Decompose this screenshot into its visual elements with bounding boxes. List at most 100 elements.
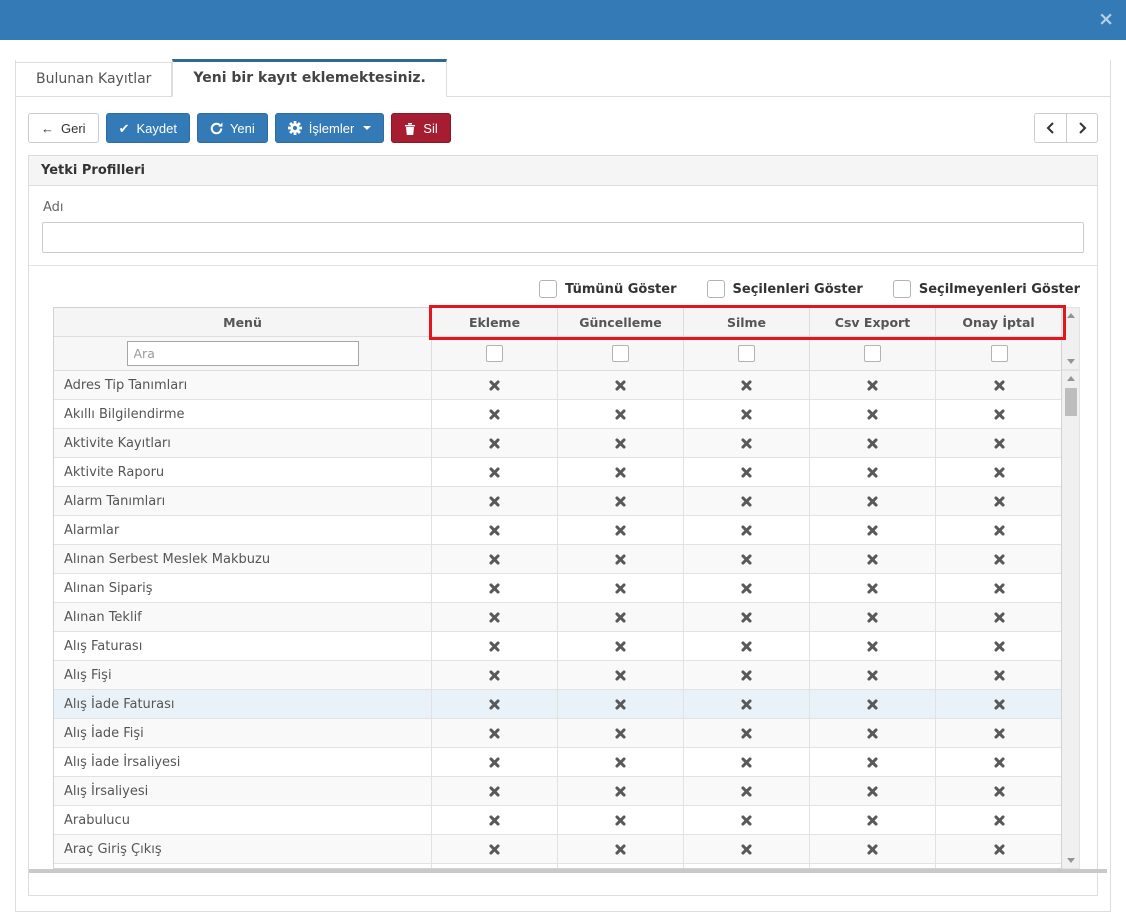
permission-cell[interactable] [558,516,684,544]
scroll-down-icon[interactable] [1067,858,1075,863]
permission-cell[interactable] [936,661,1062,689]
table-row[interactable]: Aktivite Kayıtları [54,429,1061,458]
permission-cell[interactable] [558,690,684,718]
permission-cell[interactable] [810,835,936,863]
operations-button[interactable]: İşlemler [275,113,385,143]
column-checkbox[interactable] [864,345,881,362]
permission-cell[interactable] [558,545,684,573]
permission-cell[interactable] [684,371,810,399]
permission-cell[interactable] [684,516,810,544]
permission-cell[interactable] [432,487,558,515]
permission-cell[interactable] [684,400,810,428]
permission-cell[interactable] [432,777,558,805]
scrollbar-thumb[interactable] [1065,388,1077,416]
column-checkbox[interactable] [991,345,1008,362]
permission-cell[interactable] [558,806,684,834]
permission-cell[interactable] [810,400,936,428]
column-checkbox[interactable] [738,345,755,362]
permission-cell[interactable] [558,400,684,428]
permission-cell[interactable] [558,661,684,689]
permission-cell[interactable] [936,748,1062,776]
permission-cell[interactable] [936,516,1062,544]
permission-cell[interactable] [432,516,558,544]
table-row[interactable]: Alarm Tanımları [54,487,1061,516]
permission-cell[interactable] [936,458,1062,486]
permission-cell[interactable] [936,632,1062,660]
table-row[interactable]: Alış İrsaliyesi [54,777,1061,806]
show-selected-checkbox[interactable]: Seçilenleri Göster [707,280,863,298]
table-row[interactable]: Alarmlar [54,516,1061,545]
permission-cell[interactable] [684,632,810,660]
checkbox-icon[interactable] [539,280,557,298]
action-column-header[interactable]: Ekleme [432,308,558,336]
menu-column-header[interactable]: Menü [54,308,432,336]
permission-cell[interactable] [432,458,558,486]
permission-cell[interactable] [558,487,684,515]
permission-cell[interactable] [936,719,1062,747]
permission-cell[interactable] [684,458,810,486]
name-input[interactable] [42,222,1084,253]
search-input[interactable] [127,341,359,366]
permission-cell[interactable] [684,545,810,573]
table-row[interactable]: Akıllı Bilgilendirme [54,400,1061,429]
permission-cell[interactable] [432,603,558,631]
permission-cell[interactable] [684,429,810,457]
permission-cell[interactable] [936,545,1062,573]
permission-cell[interactable] [810,806,936,834]
table-row[interactable]: Alış Fişi [54,661,1061,690]
permission-cell[interactable] [810,661,936,689]
permission-cell[interactable] [432,661,558,689]
permission-cell[interactable] [432,371,558,399]
permission-cell[interactable] [432,632,558,660]
permission-cell[interactable] [558,748,684,776]
show-all-checkbox[interactable]: Tümünü Göster [539,280,677,298]
action-column-header[interactable]: Csv Export [810,308,936,336]
permission-cell[interactable] [558,777,684,805]
table-row[interactable]: Alış Faturası [54,632,1061,661]
grid-bottom-scrollbar[interactable] [29,869,1107,873]
permission-cell[interactable] [432,748,558,776]
back-button[interactable]: ← Geri [28,113,99,143]
permission-cell[interactable] [810,719,936,747]
close-icon[interactable]: × [1098,4,1114,34]
permission-cell[interactable] [810,487,936,515]
permission-cell[interactable] [810,632,936,660]
action-column-header[interactable]: Güncelleme [558,308,684,336]
permission-cell[interactable] [936,806,1062,834]
permission-cell[interactable] [684,574,810,602]
table-row[interactable]: Alış İade İrsaliyesi [54,748,1061,777]
permission-cell[interactable] [684,487,810,515]
show-unselected-checkbox[interactable]: Seçilmeyenleri Göster [893,280,1080,298]
permission-cell[interactable] [810,777,936,805]
column-checkbox[interactable] [486,345,503,362]
permission-cell[interactable] [432,574,558,602]
permission-cell[interactable] [810,371,936,399]
permission-cell[interactable] [558,603,684,631]
scroll-down-icon[interactable] [1067,359,1075,364]
permission-cell[interactable] [810,574,936,602]
table-row[interactable]: Aktivite Raporu [54,458,1061,487]
permission-cell[interactable] [558,632,684,660]
table-row[interactable]: Alınan Sipariş [54,574,1061,603]
permission-cell[interactable] [558,574,684,602]
table-row[interactable]: Alınan Serbest Meslek Makbuzu [54,545,1061,574]
permission-cell[interactable] [936,777,1062,805]
permission-cell[interactable] [684,835,810,863]
permission-cell[interactable] [936,835,1062,863]
permission-cell[interactable] [432,835,558,863]
scroll-up-icon[interactable] [1067,376,1075,381]
permission-cell[interactable] [936,429,1062,457]
body-scrollbar[interactable] [1062,370,1080,869]
table-row[interactable]: Arabulucu [54,806,1061,835]
permission-cell[interactable] [936,487,1062,515]
permission-cell[interactable] [432,690,558,718]
tab-bulunan-kayitlar[interactable]: Bulunan Kayıtlar [15,62,172,96]
permission-cell[interactable] [936,371,1062,399]
permission-cell[interactable] [684,603,810,631]
tab-yeni-kayit[interactable]: Yeni bir kayıt eklemektesiniz. [172,59,446,97]
permission-cell[interactable] [684,690,810,718]
permission-cell[interactable] [810,545,936,573]
permission-cell[interactable] [684,806,810,834]
checkbox-icon[interactable] [893,280,911,298]
column-checkbox[interactable] [612,345,629,362]
